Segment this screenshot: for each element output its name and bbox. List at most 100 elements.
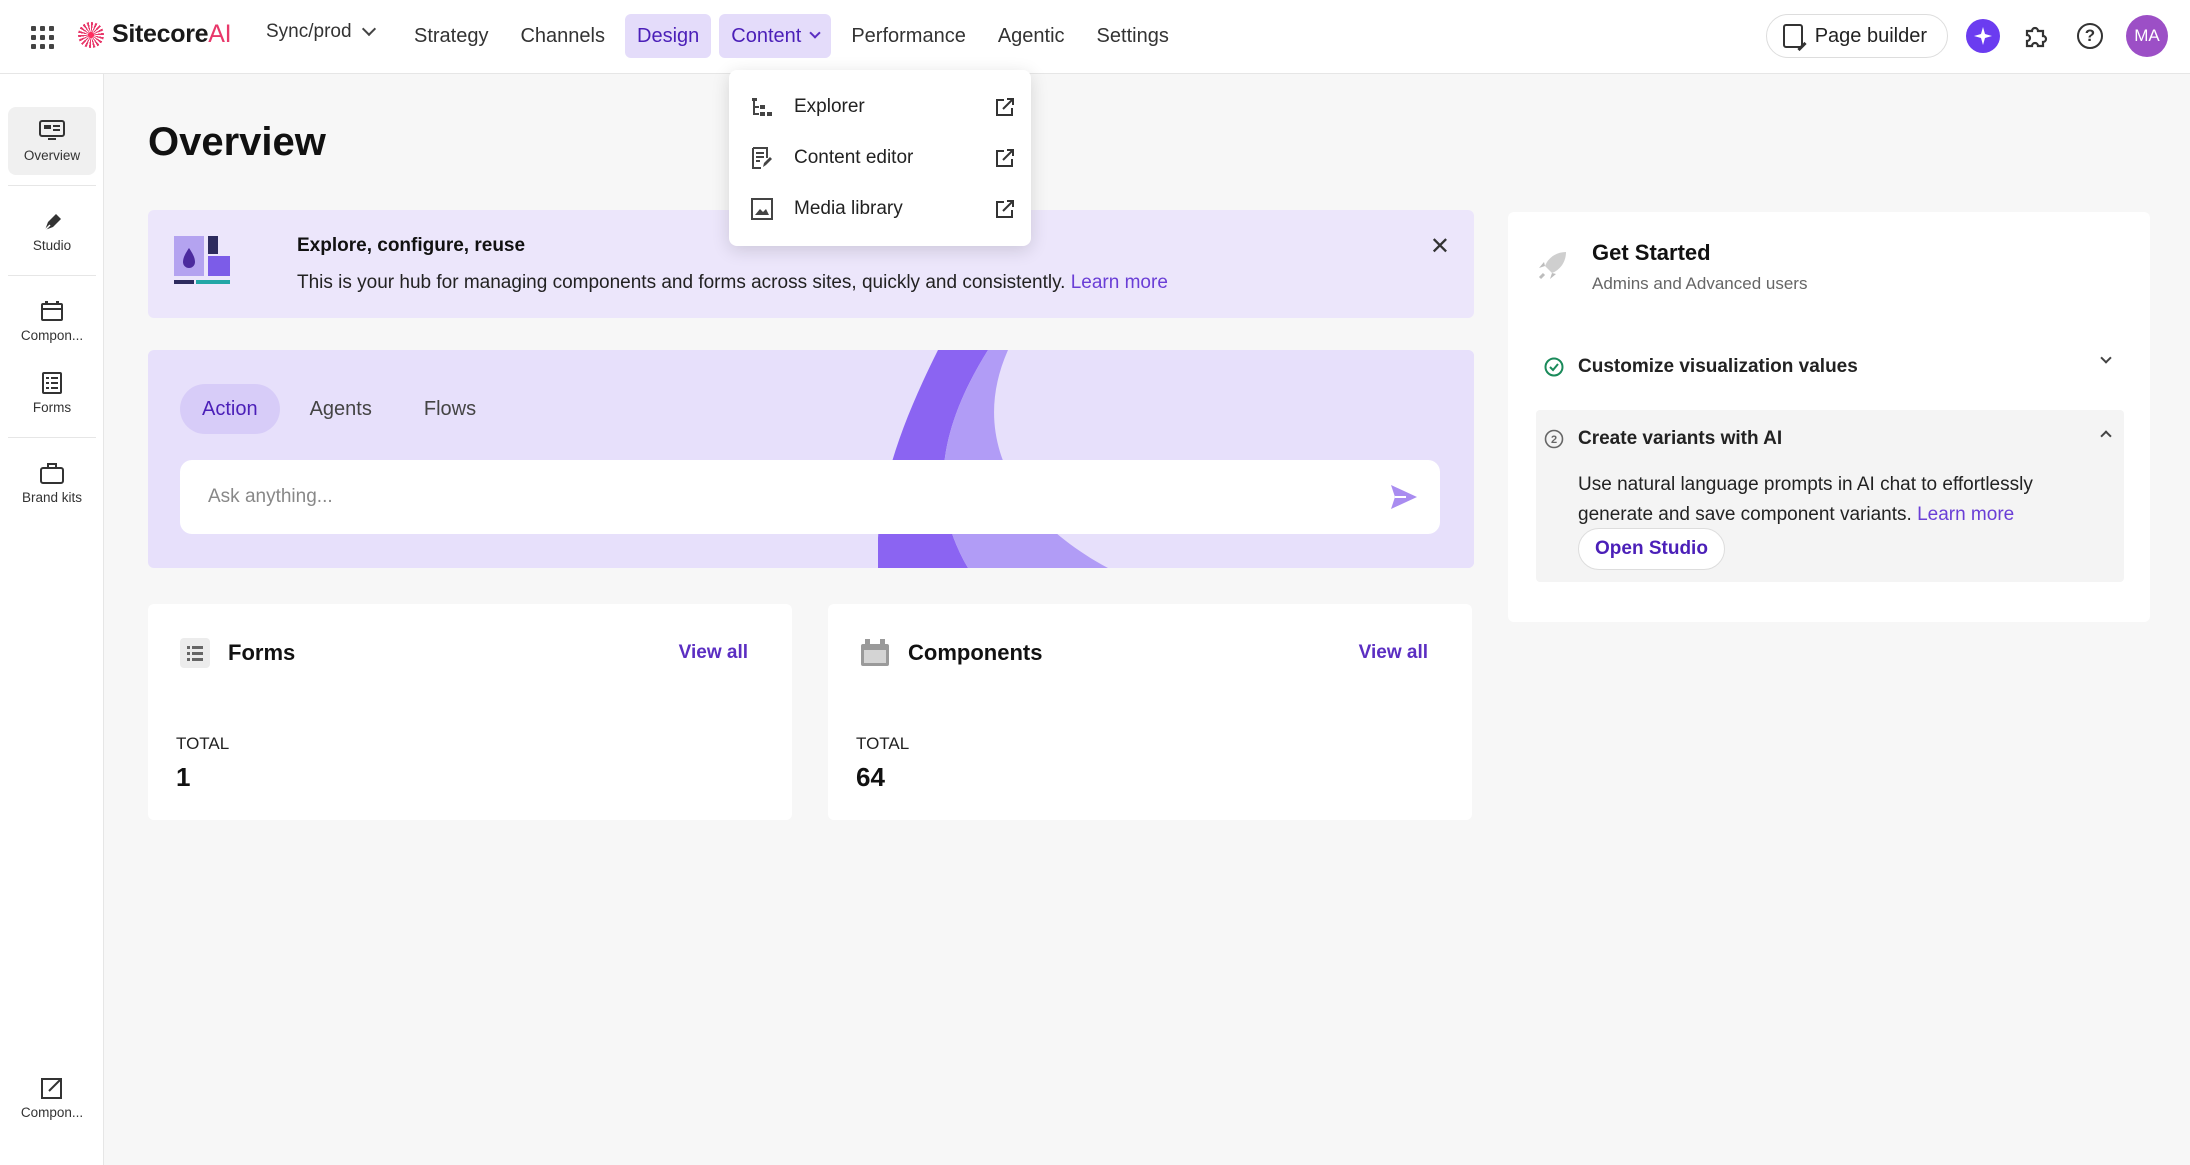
menu-item-label: Media library [794,198,903,219]
checklist-item-label: Customize visualization values [1578,356,1858,377]
ask-tabs: Action Agents Flows [180,384,498,434]
document-edit-icon [752,147,772,169]
page-title: Overview [148,120,326,164]
nav-strategy[interactable]: Strategy [402,14,500,58]
help-button[interactable]: ? [2072,18,2108,54]
nav-label: Agentic [997,24,1065,47]
components-card: Components View all TOTAL 64 [828,604,1472,820]
checklist-item-customize-visualization[interactable]: Customize visualization values [1536,338,2124,396]
avatar[interactable]: MA [2126,15,2168,57]
environment-label: Sync/prod [266,21,352,42]
nav-label: Strategy [414,24,489,47]
nav-design[interactable]: Design [625,14,712,58]
sidebar-divider [8,437,96,438]
nav-agentic[interactable]: Agentic [986,14,1077,58]
component-icon [41,300,63,321]
forms-card-title: Forms [228,640,296,665]
sidebar-item-brand-kits[interactable]: Brand kits [8,449,96,517]
sitecore-logo[interactable]: SitecoreAI [78,20,232,49]
expanded-body: Use natural language prompts in AI chat … [1536,410,2124,582]
image-icon [751,198,773,220]
tab-flows[interactable]: Flows [402,384,498,434]
sidebar-item-label: Overview [23,147,81,163]
external-link-icon [996,98,1014,116]
components-view-all-link[interactable]: View all [1359,642,1428,664]
component-box-icon [861,639,889,666]
page-edit-icon [1782,24,1803,48]
logo-ai-text: AI [208,20,232,48]
sidebar: Overview Studio Compon... Forms Brand ki… [0,74,104,1165]
banner-description: This is your hub for managing components… [297,272,1066,293]
sidebar-item-label: Forms [32,399,72,415]
nav-label: Design [637,24,700,47]
page-builder-label: Page builder [1814,24,1927,47]
ask-panel: Action Agents Flows Ask anything... [148,350,1474,568]
sidebar-item-components-external[interactable]: Compon... [8,1064,96,1132]
menu-item-content-editor[interactable]: Content editor [729,133,1031,183]
marketplace-button[interactable] [2018,18,2054,54]
banner-learn-more-link[interactable]: Learn more [1071,272,1168,293]
logo-text: Sitecore [112,20,209,48]
check-circle-icon [1544,357,1564,377]
tree-icon [752,98,772,116]
form-icon [42,371,62,394]
content-dropdown-menu: Explorer Content editor Media library [729,70,1031,246]
menu-item-label: Content editor [794,147,914,168]
sparkle-icon [1974,27,1992,45]
sidebar-item-label: Studio [32,237,72,253]
dashboard-icon [39,119,65,140]
tab-action[interactable]: Action [180,384,280,434]
ask-placeholder: Ask anything... [208,486,333,507]
briefcase-icon [40,462,64,484]
get-started-panel: Get Started Admins and Advanced users Cu… [1508,212,2150,622]
send-icon[interactable] [1390,484,1418,510]
environment-selector[interactable]: Sync/prod [266,21,376,43]
sidebar-item-overview[interactable]: Overview [8,107,96,175]
sidebar-divider [8,275,96,276]
nav-label: Settings [1096,24,1169,47]
sidebar-item-label: Compon... [20,1104,84,1120]
sidebar-item-studio[interactable]: Studio [8,197,96,265]
components-total-label: TOTAL [856,734,910,753]
nav-channels[interactable]: Channels [508,14,617,58]
expanded-learn-more-link[interactable]: Learn more [1917,504,2014,525]
sidebar-item-forms[interactable]: Forms [8,359,96,427]
components-total-value: 64 [856,762,885,792]
page-builder-button[interactable]: Page builder [1765,14,1948,58]
menu-item-explorer[interactable]: Explorer [729,82,1031,132]
sidebar-item-label: Compon... [20,327,84,343]
nav-performance[interactable]: Performance [839,14,978,58]
pen-icon [44,213,61,231]
forms-view-all-link[interactable]: View all [679,642,748,664]
get-started-subtitle: Admins and Advanced users [1592,274,1808,293]
topbar-actions: Page builder ? MA [1765,14,2168,58]
app-switcher-icon[interactable] [28,23,54,49]
open-studio-button[interactable]: Open Studio [1578,528,1725,570]
nav-settings[interactable]: Settings [1085,14,1181,58]
ai-assistant-button[interactable] [1966,19,2000,53]
help-icon: ? [2077,23,2103,49]
sidebar-item-label: Brand kits [21,489,83,505]
sidebar-divider [8,185,96,186]
logo-mark-icon [78,21,104,48]
forms-total-label: TOTAL [176,734,230,753]
forms-total-value: 1 [176,762,191,792]
nav-content[interactable]: Content [719,14,832,58]
form-list-icon [180,638,210,668]
forms-card: Forms View all TOTAL 1 [148,604,792,820]
menu-item-media-library[interactable]: Media library [729,184,1031,234]
get-started-title: Get Started [1592,240,1711,265]
nav-label: Performance [851,24,966,47]
nav-label: Content [731,24,802,47]
main-nav: Strategy Channels Design Content Perform… [402,14,1181,58]
close-icon[interactable]: ✕ [1430,232,1450,261]
top-bar: SitecoreAI Sync/prod Strategy Channels D… [0,0,2190,74]
ask-input[interactable]: Ask anything... [180,460,1440,534]
tab-agents[interactable]: Agents [288,384,394,434]
menu-item-label: Explorer [794,96,865,117]
sidebar-item-components[interactable]: Compon... [8,287,96,355]
external-link-icon [41,1077,62,1099]
chevron-down-icon [2100,352,2112,364]
components-illustration-icon [174,236,230,284]
decorative-shapes [878,350,1474,568]
